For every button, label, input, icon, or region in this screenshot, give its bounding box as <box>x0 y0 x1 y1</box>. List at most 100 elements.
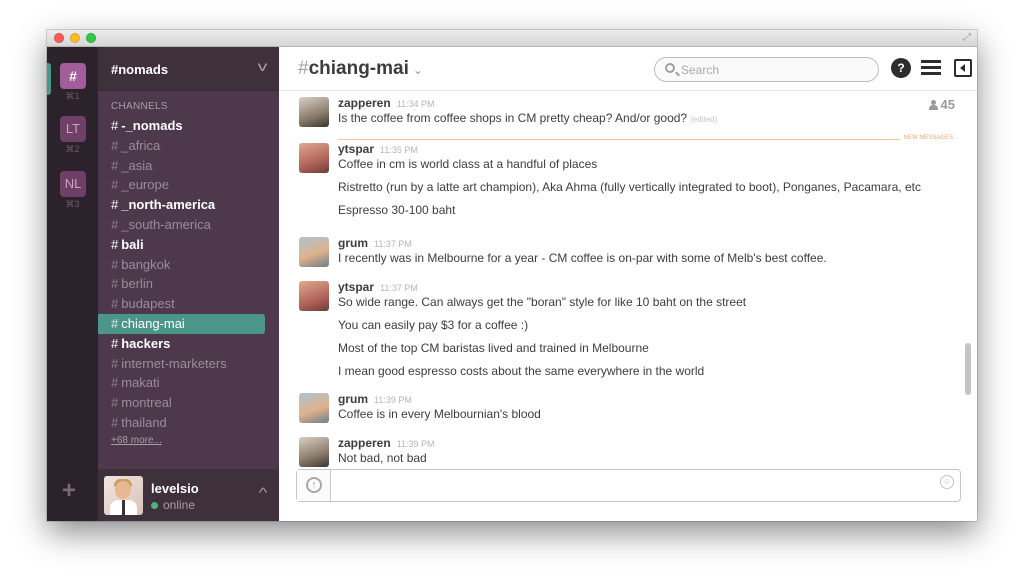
message-author[interactable]: grum 11:37 PM <box>338 236 412 250</box>
sidebar: #nomads v CHANNELS # -_nomads # _africa # _as… <box>98 47 279 521</box>
sidebar-item-europe[interactable]: # _europe <box>98 175 279 195</box>
message-body: So wide range. Can always get the "boran… <box>338 295 747 309</box>
author-name: ytspar <box>338 142 375 156</box>
scrollbar[interactable] <box>965 343 971 395</box>
avatar[interactable] <box>299 437 329 467</box>
sidebar-item-asia[interactable]: # _asia <box>98 156 279 176</box>
message-timestamp[interactable]: 11:37 PM <box>374 239 412 249</box>
channel-label: budapest <box>121 296 175 312</box>
sidebar-item-berlin[interactable]: # berlin <box>98 274 279 294</box>
search-box[interactable] <box>654 57 879 82</box>
sidebar-item-montreal[interactable]: # montreal <box>98 393 279 413</box>
message-text: I mean good espresso costs about the sam… <box>338 364 704 378</box>
message-composer: ↑ ☺ <box>296 469 961 502</box>
message-author[interactable]: ytspar 11:37 PM <box>338 280 418 294</box>
team-lt[interactable]: LT <box>60 116 86 142</box>
chevron-up-icon: ^ <box>258 485 268 500</box>
message-body: Espresso 30-100 baht <box>338 203 456 217</box>
message-author[interactable]: ytspar 11:35 PM <box>338 142 418 156</box>
channel-label: chiang-mai <box>121 315 185 331</box>
sidebar-item-chiang-mai[interactable]: # chiang-mai <box>98 313 265 334</box>
menu-list-icon[interactable] <box>921 58 941 78</box>
team-shortcut: ⌘2 <box>65 144 80 154</box>
message-text: Coffee is in every Melbournian's blood <box>338 407 541 421</box>
avatar <box>104 476 143 515</box>
sidebar-item-africa[interactable]: # _africa <box>98 136 279 156</box>
message-timestamp[interactable]: 11:39 PM <box>374 395 412 405</box>
message-timestamp[interactable]: 11:35 PM <box>380 145 418 155</box>
message-input[interactable] <box>337 476 897 495</box>
message-timestamp[interactable]: 11:37 PM <box>380 283 418 293</box>
team-menu[interactable]: #nomads v <box>98 47 279 91</box>
message-timestamp[interactable]: 11:34 PM <box>397 99 435 109</box>
edited-label: (edited) <box>690 115 718 124</box>
member-count[interactable]: 45 <box>928 97 955 112</box>
hash-icon: # <box>111 414 119 430</box>
channel-name: chiang-mai <box>308 58 409 79</box>
author-name: grum <box>338 392 368 406</box>
team-shortcut: ⌘1 <box>65 91 80 101</box>
hash-icon: # <box>111 157 119 173</box>
chevron-down-icon: v <box>257 58 268 74</box>
team-nomads[interactable]: # <box>60 63 86 89</box>
author-name: grum <box>338 236 368 250</box>
sidebar-item-internet-marketers[interactable]: # internet-marketers <box>98 354 279 374</box>
message-timestamp[interactable]: 11:39 PM <box>397 439 435 449</box>
channel-label: thailand <box>121 414 167 430</box>
presence-dot-icon <box>151 502 158 509</box>
app-window: ⤢ # ⌘1 LT ⌘2 NL ⌘3 + #nomads v CHANNELS … <box>47 30 977 521</box>
author-name: zapperen <box>338 96 391 110</box>
avatar[interactable] <box>299 143 329 173</box>
message-body: Not bad, not bad <box>338 451 427 465</box>
sidebar-item-north-america[interactable]: # _north-america <box>98 195 279 215</box>
sidebar-item-nomads[interactable]: # -_nomads <box>98 116 279 136</box>
sidebar-item-hackers[interactable]: # hackers <box>98 334 279 354</box>
message-author[interactable]: zapperen 11:34 PM <box>338 96 435 110</box>
sidebar-item-bali[interactable]: # bali <box>98 235 279 255</box>
team-switcher: # ⌘1 LT ⌘2 NL ⌘3 + <box>47 47 98 521</box>
sidebar-item-makati[interactable]: # makati <box>98 373 279 393</box>
channel-label: makati <box>121 375 160 391</box>
zoom-window-button[interactable] <box>86 33 96 43</box>
avatar[interactable] <box>299 281 329 311</box>
sidebar-item-bangkok[interactable]: # bangkok <box>98 255 279 275</box>
close-window-button[interactable] <box>54 33 64 43</box>
channel-label: internet-marketers <box>121 355 227 371</box>
channel-header: #chiang-mai⌄ ? <box>279 47 977 91</box>
channel-label: hackers <box>121 335 171 351</box>
search-icon <box>665 63 675 73</box>
avatar[interactable] <box>299 237 329 267</box>
sidebar-item-south-america[interactable]: # _south-america <box>98 215 279 235</box>
channel-list: # -_nomads # _africa # _asia # _europe # _north-a… <box>98 116 279 446</box>
avatar[interactable] <box>299 97 329 127</box>
team-name: #nomads <box>111 62 169 77</box>
hash-icon: # <box>111 118 119 133</box>
toggle-panel-icon[interactable] <box>954 59 972 77</box>
sidebar-item-budapest[interactable]: # budapest <box>98 294 279 314</box>
hash-icon: # <box>111 256 119 272</box>
team-nl[interactable]: NL <box>60 171 86 197</box>
user-name: levelsio <box>151 481 199 496</box>
search-input[interactable] <box>681 61 871 78</box>
channel-title[interactable]: #chiang-mai ⌄ <box>298 58 423 80</box>
upload-button[interactable]: ↑ <box>297 470 331 501</box>
message-body: I recently was in Melbourne for a year -… <box>338 251 827 265</box>
emoji-icon[interactable]: ☺ <box>940 475 954 489</box>
message-author[interactable]: grum 11:39 PM <box>338 392 412 406</box>
message-text: Espresso 30-100 baht <box>338 203 455 217</box>
minimize-window-button[interactable] <box>70 33 80 43</box>
message-body: Most of the top CM baristas lived and tr… <box>338 341 649 355</box>
user-menu[interactable]: levelsio online ^ <box>98 469 279 521</box>
fullscreen-icon[interactable]: ⤢ <box>963 32 971 43</box>
more-channels-link[interactable]: +68 more... <box>98 435 279 446</box>
sidebar-item-thailand[interactable]: # thailand <box>98 413 279 433</box>
help-button[interactable]: ? <box>891 58 911 78</box>
avatar[interactable] <box>299 393 329 423</box>
message-author[interactable]: zapperen 11:39 PM <box>338 436 435 450</box>
add-team-button[interactable]: + <box>62 477 76 505</box>
message-text: Ristretto (run by a latte art champion),… <box>338 180 921 194</box>
channels-heading[interactable]: CHANNELS <box>111 101 168 112</box>
message-text: You can easily pay $3 for a coffee :) <box>338 318 528 332</box>
channel-label: _south-america <box>121 216 211 232</box>
hash-icon: # <box>111 137 119 153</box>
